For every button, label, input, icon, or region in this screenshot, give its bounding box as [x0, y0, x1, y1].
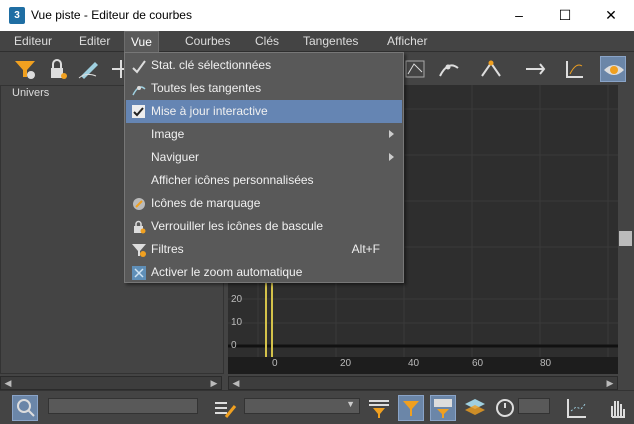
menu-item-label: Filtres	[151, 242, 184, 256]
value-graph-icon[interactable]	[564, 395, 590, 421]
time-ruler-label: 40	[408, 358, 420, 369]
menu-item-filtres[interactable]: Filtres Alt+F	[126, 238, 402, 261]
submenu-arrow-icon	[389, 153, 394, 161]
menu-item-shortcut: Alt+F	[351, 242, 380, 256]
key-stats-icon	[131, 58, 147, 74]
filter-keys-icon[interactable]	[430, 395, 456, 421]
time-ruler-label: 80	[540, 358, 552, 369]
edit-name-icon[interactable]	[212, 395, 238, 421]
menu-item-afficher-icones-personnalisees[interactable]: Afficher icônes personnalisées	[126, 169, 402, 192]
menu-item-label: Naviguer	[151, 150, 200, 164]
menu-item-naviguer[interactable]: Naviguer	[126, 146, 402, 169]
scroll-left-arrow-icon[interactable]: ◀	[230, 376, 242, 390]
filter-funnel-icon[interactable]	[366, 395, 392, 421]
scroll-left-arrow-icon[interactable]: ◀	[2, 376, 14, 390]
marking-icons-icon	[131, 196, 147, 212]
time-configuration-icon[interactable]	[492, 395, 518, 421]
selection-name-field[interactable]	[48, 398, 198, 414]
menu-item-mise-a-jour-interactive[interactable]: Mise à jour interactive	[126, 100, 402, 123]
menu-item-label: Icônes de marquage	[151, 196, 261, 210]
vertical-scrollbar[interactable]	[618, 85, 634, 374]
menu-item-label: Verrouiller les icônes de bascule	[151, 219, 324, 233]
tangent-tool-icon-2[interactable]	[436, 56, 462, 82]
tangent-tool-icon-1[interactable]	[402, 56, 428, 82]
filter-icon	[131, 242, 147, 258]
show-keys-eye-icon[interactable]	[600, 56, 626, 82]
submenu-arrow-icon	[389, 130, 394, 138]
maximize-button[interactable]: ☐	[542, 0, 588, 31]
close-button[interactable]: ✕	[588, 0, 634, 31]
menu-item-stat-cle[interactable]: Stat. clé sélectionnées	[126, 54, 402, 77]
status-bar: ▼	[0, 390, 634, 424]
pan-hand-icon[interactable]	[604, 395, 630, 421]
time-ruler-label: 20	[340, 358, 352, 369]
menu-editer[interactable]: Editer	[73, 31, 116, 52]
menu-editeur[interactable]: Editeur	[8, 31, 58, 52]
menu-item-label: Afficher icônes personnalisées	[151, 173, 314, 187]
app-icon: 3	[9, 7, 25, 24]
menu-item-image[interactable]: Image	[126, 123, 402, 146]
all-tangents-icon	[131, 81, 147, 97]
tangent-tool-icon-3[interactable]	[478, 56, 504, 82]
title-bar: 3 Vue piste - Editeur de courbes – ☐ ✕	[0, 0, 634, 31]
menu-item-icones-de-marquage[interactable]: Icônes de marquage	[126, 192, 402, 215]
scroll-right-arrow-icon[interactable]: ▶	[208, 376, 220, 390]
vue-dropdown-menu: Stat. clé sélectionnées Toutes les tange…	[124, 52, 404, 283]
scroll-right-arrow-icon[interactable]: ▶	[604, 376, 616, 390]
controller-root-univers[interactable]: Univers	[12, 87, 49, 99]
checkbox-checked-icon	[131, 104, 147, 120]
time-ruler[interactable]: 0 20 40 60 80	[228, 357, 618, 374]
window-title: Vue piste - Editeur de courbes	[31, 8, 192, 22]
menu-item-verrouiller-icones[interactable]: Verrouiller les icônes de bascule	[126, 215, 402, 238]
filter-gear-icon[interactable]	[12, 56, 38, 82]
y-axis-label: 10	[231, 317, 243, 328]
menu-vue[interactable]: Vue	[124, 31, 159, 52]
filter-selected-icon[interactable]	[398, 395, 424, 421]
left-horizontal-scrollbar[interactable]	[0, 376, 222, 390]
tangent-tool-icon-5[interactable]	[562, 56, 588, 82]
minimize-button[interactable]: –	[496, 0, 542, 31]
menu-tangentes[interactable]: Tangentes	[297, 31, 364, 52]
filter-dropdown[interactable]: ▼	[244, 398, 360, 414]
tangent-tool-icon-4[interactable]	[522, 56, 548, 82]
menu-item-label: Mise à jour interactive	[151, 104, 268, 118]
time-ruler-label: 0	[272, 358, 278, 369]
lock-selection-icon[interactable]	[44, 56, 70, 82]
y-axis-label: 20	[231, 294, 243, 305]
auto-zoom-icon	[131, 265, 147, 281]
draw-curve-icon[interactable]	[76, 56, 102, 82]
menu-item-label: Image	[151, 127, 185, 141]
zoom-selected-icon[interactable]	[12, 395, 38, 421]
menu-item-zoom-automatique[interactable]: Activer le zoom automatique	[126, 261, 402, 284]
menu-item-label: Activer le zoom automatique	[151, 265, 303, 279]
lock-toggle-icon	[131, 219, 147, 235]
menu-item-label: Stat. clé sélectionnées	[151, 58, 272, 72]
menu-afficher[interactable]: Afficher	[381, 31, 433, 52]
layer-stack-icon[interactable]	[462, 395, 488, 421]
vertical-scroll-thumb[interactable]	[619, 231, 632, 246]
menu-cles[interactable]: Clés	[249, 31, 285, 52]
menu-bar: Editeur Editer Vue Courbes Clés Tangente…	[0, 31, 634, 52]
menu-item-toutes-tangentes[interactable]: Toutes les tangentes	[126, 77, 402, 100]
y-axis-label: 0	[231, 340, 237, 351]
frame-field[interactable]	[518, 398, 550, 414]
menu-courbes[interactable]: Courbes	[179, 31, 236, 52]
chevron-down-icon: ▼	[346, 399, 355, 409]
menu-item-label: Toutes les tangentes	[151, 81, 262, 95]
time-ruler-label: 60	[472, 358, 484, 369]
graph-horizontal-scrollbar[interactable]	[228, 376, 618, 390]
